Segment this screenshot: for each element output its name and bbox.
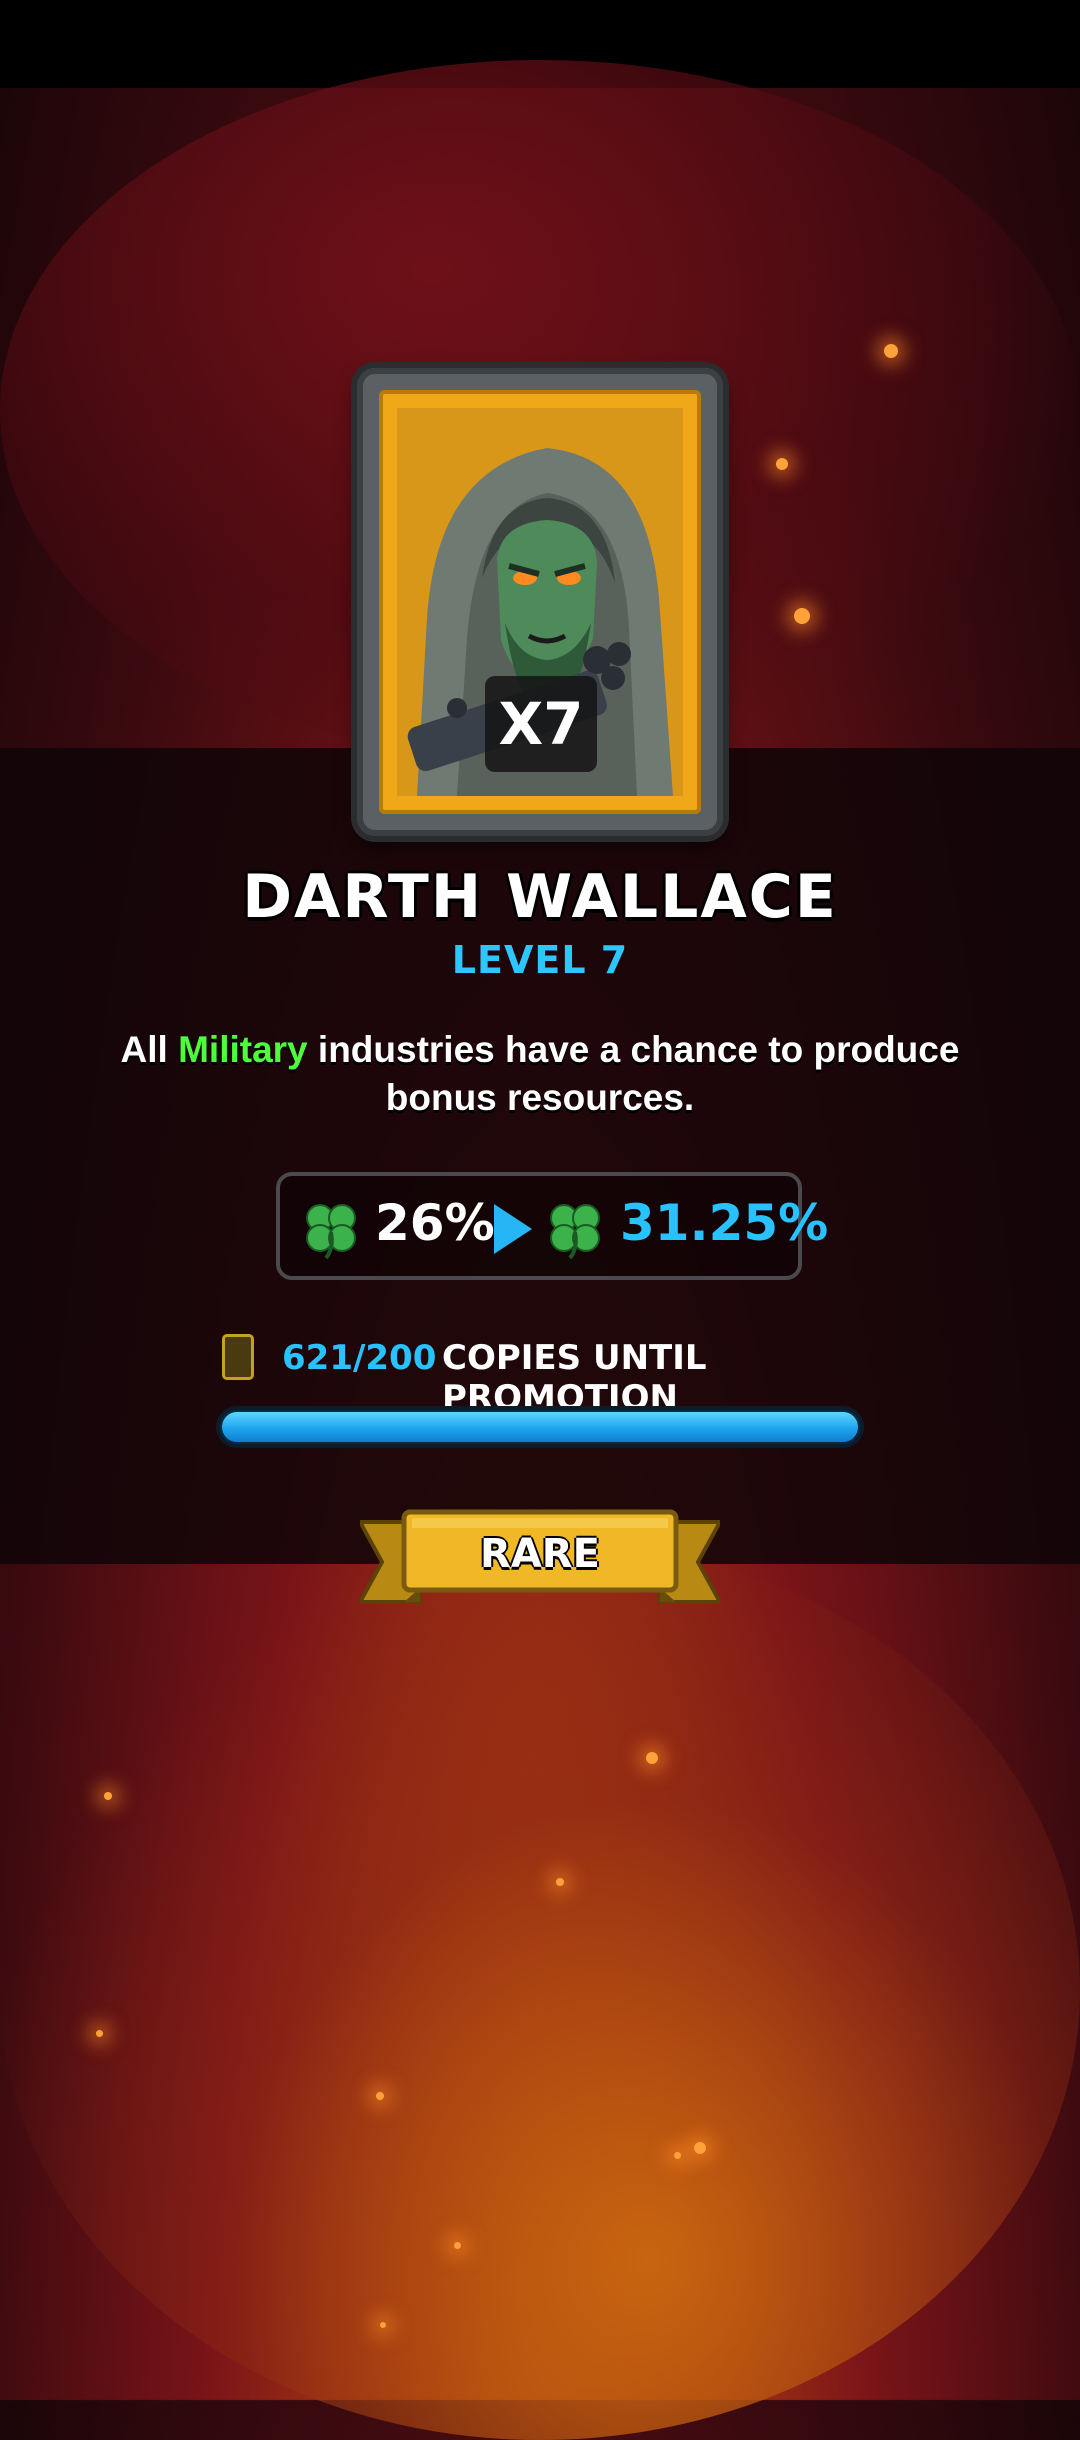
ember-particle (380, 2322, 386, 2328)
ember-particle (794, 608, 810, 624)
ember-particle (694, 2142, 706, 2154)
ember-particle (674, 2152, 681, 2159)
stat-upgrade-box: 26% 31.25% (276, 1172, 828, 1280)
description-text: All (120, 1029, 179, 1070)
ember-particle (776, 458, 788, 470)
promotion-progress-bar (220, 1410, 860, 1444)
ember-particle (376, 2092, 384, 2100)
hero-level: LEVEL 7 (451, 938, 629, 982)
promotion-progress-fill (222, 1412, 858, 1442)
four-leaf-clover-icon (550, 1204, 600, 1260)
hero-name: DARTH WALLACE (242, 862, 838, 932)
description-highlight: Military (178, 1029, 308, 1070)
ember-particle (96, 2030, 103, 2037)
description-text: industries have a chance to produce bonu… (307, 1029, 960, 1118)
copy-multiplier-badge: X7 (485, 676, 597, 772)
ember-particle (646, 1752, 658, 1764)
ember-particle (556, 1878, 564, 1886)
copies-label: COPIES UNTIL PROMOTION (442, 1338, 707, 1418)
ember-particle (454, 2242, 461, 2249)
ember-particle (104, 1792, 112, 1800)
copies-count: 621/200 (282, 1338, 437, 1378)
stat-current-value: 26% (375, 1194, 495, 1252)
stat-next-value: 31.25% (620, 1194, 829, 1252)
four-leaf-clover-icon (306, 1204, 356, 1260)
rarity-ribbon: RARE (356, 1502, 724, 1620)
card-icon (222, 1334, 254, 1380)
play-arrow-icon (494, 1204, 532, 1254)
promotion-progress-row: 621/200 COPIES UNTIL PROMOTION (222, 1334, 922, 1418)
background-wave-bottom (0, 1540, 1080, 2440)
rarity-label: RARE (480, 1531, 600, 1577)
ember-particle (884, 344, 898, 358)
ability-description: All Military industries have a chance to… (90, 1026, 990, 1122)
